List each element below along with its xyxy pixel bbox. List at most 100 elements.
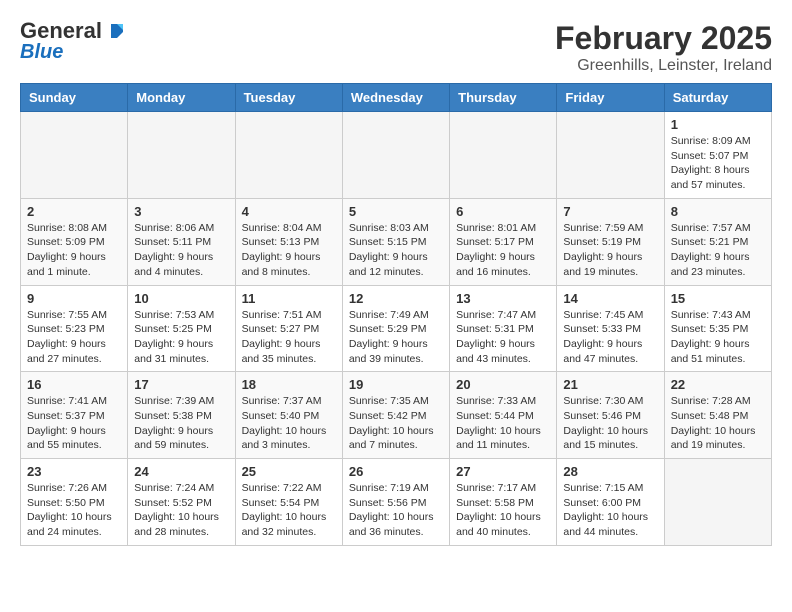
calendar-cell (557, 112, 664, 199)
calendar-cell (21, 112, 128, 199)
day-info: Sunrise: 7:41 AM Sunset: 5:37 PM Dayligh… (27, 394, 121, 453)
day-info: Sunrise: 7:39 AM Sunset: 5:38 PM Dayligh… (134, 394, 228, 453)
day-info: Sunrise: 7:53 AM Sunset: 5:25 PM Dayligh… (134, 308, 228, 367)
day-number: 19 (349, 377, 443, 392)
day-info: Sunrise: 7:51 AM Sunset: 5:27 PM Dayligh… (242, 308, 336, 367)
day-number: 21 (563, 377, 657, 392)
day-info: Sunrise: 7:43 AM Sunset: 5:35 PM Dayligh… (671, 308, 765, 367)
calendar-cell: 17 Sunrise: 7:39 AM Sunset: 5:38 PM Dayli… (128, 372, 235, 459)
day-number: 23 (27, 464, 121, 479)
calendar-cell: 13 Sunrise: 7:47 AM Sunset: 5:31 PM Dayli… (450, 285, 557, 372)
day-number: 5 (349, 204, 443, 219)
day-info: Sunrise: 7:30 AM Sunset: 5:46 PM Dayligh… (563, 394, 657, 453)
calendar-cell: 18 Sunrise: 7:37 AM Sunset: 5:40 PM Dayli… (235, 372, 342, 459)
day-info: Sunrise: 7:55 AM Sunset: 5:23 PM Dayligh… (27, 308, 121, 367)
calendar-cell: 15Sunrise: 7:43 AM Sunset: 5:35 PM Dayli… (664, 285, 771, 372)
day-number: 4 (242, 204, 336, 219)
day-number: 22 (671, 377, 765, 392)
weekday-header: Monday (128, 84, 235, 112)
calendar-cell: 26 Sunrise: 7:19 AM Sunset: 5:56 PM Dayli… (342, 459, 449, 546)
calendar-cell: 6 Sunrise: 8:01 AM Sunset: 5:17 PM Daylig… (450, 198, 557, 285)
page-header: General Blue February 2025 Greenhills, L… (20, 20, 772, 75)
day-number: 28 (563, 464, 657, 479)
calendar-cell: 20 Sunrise: 7:33 AM Sunset: 5:44 PM Dayli… (450, 372, 557, 459)
day-info: Sunrise: 7:26 AM Sunset: 5:50 PM Dayligh… (27, 481, 121, 540)
day-number: 16 (27, 377, 121, 392)
day-number: 6 (456, 204, 550, 219)
calendar-cell: 24Sunrise: 7:24 AM Sunset: 5:52 PM Dayli… (128, 459, 235, 546)
title-block: February 2025 Greenhills, Leinster, Irel… (555, 20, 772, 75)
day-number: 9 (27, 291, 121, 306)
logo-icon (103, 20, 125, 42)
day-number: 7 (563, 204, 657, 219)
calendar-cell: 12Sunrise: 7:49 AM Sunset: 5:29 PM Dayli… (342, 285, 449, 372)
calendar-table: SundayMondayTuesdayWednesdayThursdayFrid… (20, 83, 772, 546)
day-number: 8 (671, 204, 765, 219)
day-info: Sunrise: 7:17 AM Sunset: 5:58 PM Dayligh… (456, 481, 550, 540)
sub-title: Greenhills, Leinster, Ireland (555, 57, 772, 75)
weekday-header: Friday (557, 84, 664, 112)
logo: General Blue (20, 20, 125, 62)
day-info: Sunrise: 7:24 AM Sunset: 5:52 PM Dayligh… (134, 481, 228, 540)
logo-general-text: General (20, 20, 102, 42)
calendar-cell: 14Sunrise: 7:45 AM Sunset: 5:33 PM Dayli… (557, 285, 664, 372)
day-number: 20 (456, 377, 550, 392)
day-info: Sunrise: 7:37 AM Sunset: 5:40 PM Dayligh… (242, 394, 336, 453)
day-number: 17 (134, 377, 228, 392)
calendar-cell: 10 Sunrise: 7:53 AM Sunset: 5:25 PM Dayli… (128, 285, 235, 372)
calendar-cell: 21 Sunrise: 7:30 AM Sunset: 5:46 PM Dayli… (557, 372, 664, 459)
day-number: 14 (563, 291, 657, 306)
day-info: Sunrise: 7:28 AM Sunset: 5:48 PM Dayligh… (671, 394, 765, 453)
day-number: 11 (242, 291, 336, 306)
calendar-cell: 25 Sunrise: 7:22 AM Sunset: 5:54 PM Dayli… (235, 459, 342, 546)
day-number: 2 (27, 204, 121, 219)
day-number: 10 (134, 291, 228, 306)
day-info: Sunrise: 8:06 AM Sunset: 5:11 PM Dayligh… (134, 221, 228, 280)
day-number: 13 (456, 291, 550, 306)
day-info: Sunrise: 8:09 AM Sunset: 5:07 PM Dayligh… (671, 134, 765, 193)
day-info: Sunrise: 8:04 AM Sunset: 5:13 PM Dayligh… (242, 221, 336, 280)
weekday-header: Sunday (21, 84, 128, 112)
weekday-header: Thursday (450, 84, 557, 112)
logo-blue-text: Blue (20, 42, 63, 62)
calendar-cell (342, 112, 449, 199)
calendar-cell: 1 Sunrise: 8:09 AM Sunset: 5:07 PM Daylig… (664, 112, 771, 199)
calendar-week-row: 1 Sunrise: 8:09 AM Sunset: 5:07 PM Daylig… (21, 112, 772, 199)
day-number: 1 (671, 117, 765, 132)
calendar-cell: 2 Sunrise: 8:08 AM Sunset: 5:09 PM Daylig… (21, 198, 128, 285)
calendar-cell: 28 Sunrise: 7:15 AM Sunset: 6:00 PM Dayli… (557, 459, 664, 546)
day-info: Sunrise: 8:03 AM Sunset: 5:15 PM Dayligh… (349, 221, 443, 280)
day-info: Sunrise: 7:22 AM Sunset: 5:54 PM Dayligh… (242, 481, 336, 540)
calendar-week-row: 16 Sunrise: 7:41 AM Sunset: 5:37 PM Dayli… (21, 372, 772, 459)
calendar-cell (235, 112, 342, 199)
day-info: Sunrise: 7:57 AM Sunset: 5:21 PM Dayligh… (671, 221, 765, 280)
calendar-cell (128, 112, 235, 199)
main-title: February 2025 (555, 20, 772, 57)
calendar-week-row: 23 Sunrise: 7:26 AM Sunset: 5:50 PM Dayli… (21, 459, 772, 546)
day-info: Sunrise: 8:08 AM Sunset: 5:09 PM Dayligh… (27, 221, 121, 280)
day-number: 3 (134, 204, 228, 219)
calendar-header-row: SundayMondayTuesdayWednesdayThursdayFrid… (21, 84, 772, 112)
day-info: Sunrise: 7:19 AM Sunset: 5:56 PM Dayligh… (349, 481, 443, 540)
day-info: Sunrise: 7:15 AM Sunset: 6:00 PM Dayligh… (563, 481, 657, 540)
weekday-header: Wednesday (342, 84, 449, 112)
day-info: Sunrise: 7:35 AM Sunset: 5:42 PM Dayligh… (349, 394, 443, 453)
weekday-header: Saturday (664, 84, 771, 112)
calendar-week-row: 9 Sunrise: 7:55 AM Sunset: 5:23 PM Daylig… (21, 285, 772, 372)
day-number: 25 (242, 464, 336, 479)
day-info: Sunrise: 8:01 AM Sunset: 5:17 PM Dayligh… (456, 221, 550, 280)
calendar-cell (664, 459, 771, 546)
day-number: 18 (242, 377, 336, 392)
calendar-cell (450, 112, 557, 199)
day-info: Sunrise: 7:59 AM Sunset: 5:19 PM Dayligh… (563, 221, 657, 280)
day-number: 12 (349, 291, 443, 306)
weekday-header: Tuesday (235, 84, 342, 112)
day-number: 27 (456, 464, 550, 479)
calendar-cell: 9 Sunrise: 7:55 AM Sunset: 5:23 PM Daylig… (21, 285, 128, 372)
calendar-cell: 22 Sunrise: 7:28 AM Sunset: 5:48 PM Dayli… (664, 372, 771, 459)
day-info: Sunrise: 7:47 AM Sunset: 5:31 PM Dayligh… (456, 308, 550, 367)
calendar-cell: 23 Sunrise: 7:26 AM Sunset: 5:50 PM Dayli… (21, 459, 128, 546)
calendar-cell: 19 Sunrise: 7:35 AM Sunset: 5:42 PM Dayli… (342, 372, 449, 459)
day-number: 26 (349, 464, 443, 479)
day-info: Sunrise: 7:33 AM Sunset: 5:44 PM Dayligh… (456, 394, 550, 453)
